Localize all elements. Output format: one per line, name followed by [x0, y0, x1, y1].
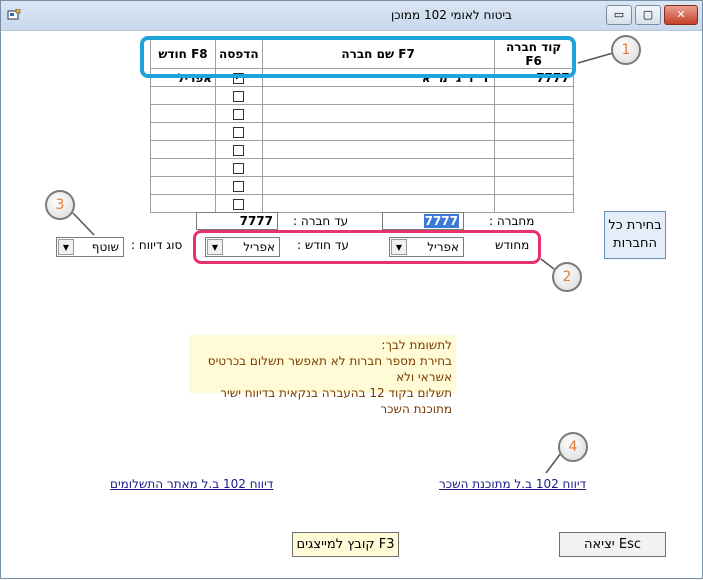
- cell-month[interactable]: [150, 140, 216, 159]
- cell-company-name[interactable]: [261, 86, 495, 105]
- cell-company-name[interactable]: [261, 104, 495, 123]
- chevron-down-icon[interactable]: ▼: [58, 239, 74, 255]
- cell-month[interactable]: [150, 176, 216, 195]
- cell-month[interactable]: [150, 86, 216, 105]
- cell-company-name[interactable]: [261, 176, 495, 195]
- cell-company-code[interactable]: [493, 176, 574, 195]
- to-month-value: אפריל: [243, 240, 275, 254]
- cell-company-code[interactable]: [493, 140, 574, 159]
- maximize-button[interactable]: ▢: [635, 5, 661, 25]
- table-row[interactable]: [150, 194, 574, 213]
- to-month-select[interactable]: ▼ אפריל: [205, 237, 280, 257]
- callout-1: 1: [611, 35, 641, 65]
- maximize-icon: ▢: [642, 8, 654, 21]
- callout-3: 3: [45, 190, 75, 220]
- attention-note: לתשומת לבך: בחירת מספר חברות לא תאפשר תש…: [189, 335, 456, 416]
- cell-month[interactable]: [150, 104, 216, 123]
- window-title: ביטוח לאומי 102 ממוכן: [391, 8, 512, 22]
- print-checkbox[interactable]: [233, 90, 245, 102]
- to-company-label: עד חברה :: [293, 214, 349, 228]
- from-company-label: מחברה :: [489, 214, 535, 228]
- callout-line-1: [577, 52, 614, 64]
- callout-2: 2: [552, 262, 582, 292]
- file-for-reps-button[interactable]: קובץ למייצגים F3: [292, 532, 399, 557]
- cell-company-code[interactable]: [493, 122, 574, 141]
- callout-line-3: [72, 212, 95, 236]
- callout-line-4: [545, 452, 562, 474]
- report-type-value: שוטף: [91, 240, 119, 254]
- table-row[interactable]: [150, 176, 574, 195]
- minimize-button[interactable]: ▭: [606, 5, 632, 25]
- print-checkbox[interactable]: [233, 180, 245, 192]
- cell-print: [215, 86, 263, 105]
- exit-button[interactable]: יציאה Esc: [559, 532, 666, 557]
- table-row[interactable]: [150, 122, 574, 141]
- from-company-input[interactable]: 7777: [382, 212, 464, 230]
- table-row[interactable]: [150, 86, 574, 105]
- cell-month[interactable]: [150, 158, 216, 177]
- select-all-companies-button[interactable]: בחירת כל החברות: [604, 211, 666, 259]
- report-type-label: סוג דיווח :: [131, 238, 183, 252]
- from-month-label: מחודש: [495, 238, 530, 252]
- payments-site-report-link[interactable]: דיווח 102 ב.ל מאתר התשלומים: [110, 477, 273, 491]
- minimize-icon: ▭: [613, 8, 625, 21]
- to-company-input[interactable]: 7777: [196, 212, 278, 230]
- cell-print: [215, 176, 263, 195]
- cell-company-code[interactable]: [493, 104, 574, 123]
- cell-print: [215, 140, 263, 159]
- chevron-down-icon[interactable]: ▼: [207, 239, 223, 255]
- cell-company-code[interactable]: [493, 158, 574, 177]
- cell-print: [215, 158, 263, 177]
- main-window: ביטוח לאומי 102 ממוכן ▭ ▢ ✕ חודש F8 הדפס…: [0, 0, 703, 579]
- table-row[interactable]: [150, 104, 574, 123]
- cell-company-name[interactable]: [261, 158, 495, 177]
- table-row[interactable]: [150, 140, 574, 159]
- note-title: לתשומת לבך:: [381, 338, 452, 352]
- cell-month[interactable]: [150, 122, 216, 141]
- callout-4: 4: [558, 432, 588, 462]
- report-type-select[interactable]: ▼ שוטף: [56, 237, 124, 257]
- cell-print: [215, 104, 263, 123]
- note-line1: בחירת מספר חברות לא תאפשר תשלום בכרטיס א…: [207, 354, 452, 384]
- cell-print: [215, 194, 263, 213]
- note-line2: תשלום בקוד 12 בהעברה בנקאית בדיווח ישיר …: [220, 386, 452, 416]
- cell-company-code[interactable]: [493, 194, 574, 213]
- cell-print: [215, 122, 263, 141]
- app-icon: [7, 9, 21, 20]
- cell-company-name[interactable]: [261, 140, 495, 159]
- title-bar: ביטוח לאומי 102 ממוכן ▭ ▢ ✕: [1, 1, 702, 31]
- callout-1-highlight: [140, 36, 576, 78]
- payroll-report-link[interactable]: דיווח 102 ב.ל מתוכנת השכר: [439, 477, 586, 491]
- cell-company-code[interactable]: [493, 86, 574, 105]
- from-month-select[interactable]: ▼ אפריל: [389, 237, 464, 257]
- print-checkbox[interactable]: [233, 198, 245, 210]
- print-checkbox[interactable]: [233, 108, 245, 120]
- select-all-line1: בחירת כל: [608, 218, 662, 233]
- cell-company-name[interactable]: [261, 194, 495, 213]
- table-row[interactable]: [150, 158, 574, 177]
- from-company-value: 7777: [423, 214, 459, 228]
- cell-month[interactable]: [150, 194, 216, 213]
- callout-line-2: [540, 258, 555, 270]
- print-checkbox[interactable]: [233, 144, 245, 156]
- close-button[interactable]: ✕: [664, 5, 698, 25]
- from-month-value: אפריל: [427, 240, 459, 254]
- cell-company-name[interactable]: [261, 122, 495, 141]
- close-icon: ✕: [676, 8, 686, 21]
- print-checkbox[interactable]: [233, 162, 245, 174]
- to-month-label: עד חודש :: [297, 238, 349, 252]
- chevron-down-icon[interactable]: ▼: [391, 239, 407, 255]
- select-all-line2: החברות: [613, 236, 657, 251]
- print-checkbox[interactable]: [233, 126, 245, 138]
